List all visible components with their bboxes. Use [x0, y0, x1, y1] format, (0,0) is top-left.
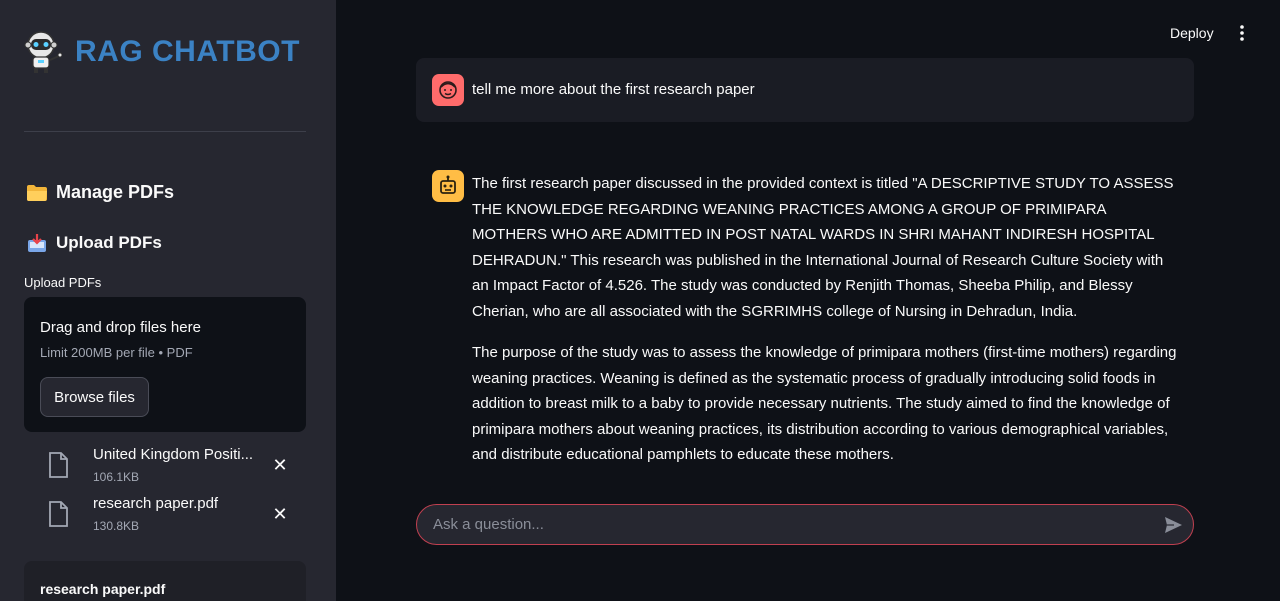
upload-pdfs-label: Upload PDFs	[56, 233, 162, 252]
robot-face-icon	[440, 175, 456, 194]
assistant-paragraph: The first research paper discussed in th…	[472, 175, 1174, 320]
file-icon	[49, 452, 68, 478]
assistant-avatar	[432, 170, 464, 202]
file-name: United Kingdom Positi...	[93, 446, 254, 463]
user-message: tell me more about the first research pa…	[416, 58, 1194, 122]
brand: RAG CHATBOT	[24, 30, 300, 74]
sidebar-divider	[24, 131, 306, 132]
close-icon[interactable]: ✕	[271, 456, 289, 474]
deploy-button[interactable]: Deploy	[1170, 25, 1214, 41]
inbox-tray-icon	[28, 234, 46, 252]
file-dropzone[interactable]: Drag and drop files here Limit 200MB per…	[24, 297, 306, 432]
close-icon[interactable]: ✕	[271, 505, 289, 523]
file-uploader-label: Upload PDFs	[24, 275, 102, 290]
upload-pdfs-heading: Upload PDFs	[26, 233, 162, 253]
file-size: 130.8KB	[93, 519, 140, 533]
uploaded-file-item: research paper.pdf 130.8KB ✕	[24, 495, 306, 539]
vertical-dots-icon[interactable]	[1234, 24, 1250, 42]
manage-pdfs-heading: Manage PDFs	[26, 182, 174, 203]
pdf-preview-title: research paper.pdf	[40, 581, 166, 597]
file-name: research paper.pdf	[93, 495, 219, 512]
folder-icon	[27, 184, 47, 201]
user-avatar	[432, 74, 464, 106]
manage-pdfs-label: Manage PDFs	[56, 182, 175, 202]
file-icon	[49, 501, 68, 527]
browse-files-button[interactable]: Browse files	[40, 377, 149, 417]
pdf-preview-card[interactable]: research paper.pdf	[24, 561, 306, 601]
assistant-message: The first research paper discussed in th…	[472, 171, 1184, 484]
user-message-text: tell me more about the first research pa…	[472, 81, 755, 98]
dropzone-title: Drag and drop files here	[40, 319, 201, 336]
dropzone-limit: Limit 200MB per file • PDF	[40, 345, 193, 360]
sidebar: RAG CHATBOT Manage PDFs Upload PDFs Uplo…	[0, 0, 336, 601]
file-size: 106.1KB	[93, 470, 140, 484]
app-title: RAG CHATBOT	[75, 35, 300, 68]
face-icon	[439, 81, 457, 99]
question-input[interactable]	[433, 505, 1153, 544]
assistant-paragraph: The purpose of the study was to assess t…	[472, 344, 1177, 463]
robot-icon	[24, 31, 62, 73]
send-icon[interactable]	[1163, 515, 1183, 535]
chat-input-container	[416, 504, 1194, 545]
uploaded-file-item: United Kingdom Positi... 106.1KB ✕	[24, 446, 306, 490]
